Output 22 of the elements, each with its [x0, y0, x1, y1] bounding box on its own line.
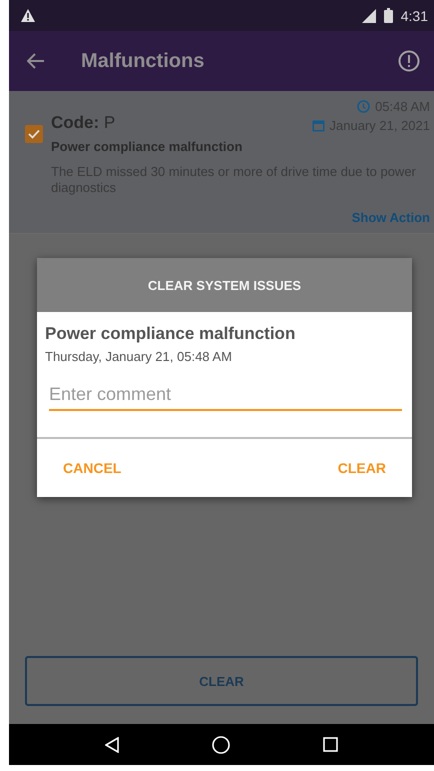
- home-icon[interactable]: [212, 736, 230, 754]
- signal-icon: [360, 8, 376, 22]
- screen-title: Malfunctions: [81, 50, 206, 72]
- back-arrow-icon[interactable]: [27, 53, 45, 69]
- calendar-icon: [312, 119, 325, 132]
- warning-icon: [21, 9, 35, 22]
- clock-time: 4:31: [400, 8, 428, 24]
- dialog-datetime: Thursday, January 21, 05:48 AM: [45, 349, 233, 364]
- clock-icon: [357, 100, 370, 113]
- recents-icon[interactable]: [322, 737, 338, 752]
- cancel-button[interactable]: CANCEL: [61, 454, 124, 482]
- clear-button[interactable]: CLEAR: [25, 656, 418, 706]
- malfunction-name: Power compliance malfunction: [51, 139, 244, 154]
- dialog-title: CLEAR SYSTEM ISSUES: [37, 258, 412, 312]
- battery-icon: [384, 8, 393, 23]
- back-icon[interactable]: [105, 736, 120, 752]
- code-label: Code: P: [51, 113, 116, 133]
- checkbox[interactable]: [25, 125, 43, 143]
- dialog-heading: Power compliance malfunction: [45, 324, 296, 344]
- confirm-button[interactable]: CLEAR: [336, 454, 388, 482]
- alert-icon[interactable]: [398, 50, 420, 72]
- show-action-link[interactable]: Show Action: [352, 210, 430, 225]
